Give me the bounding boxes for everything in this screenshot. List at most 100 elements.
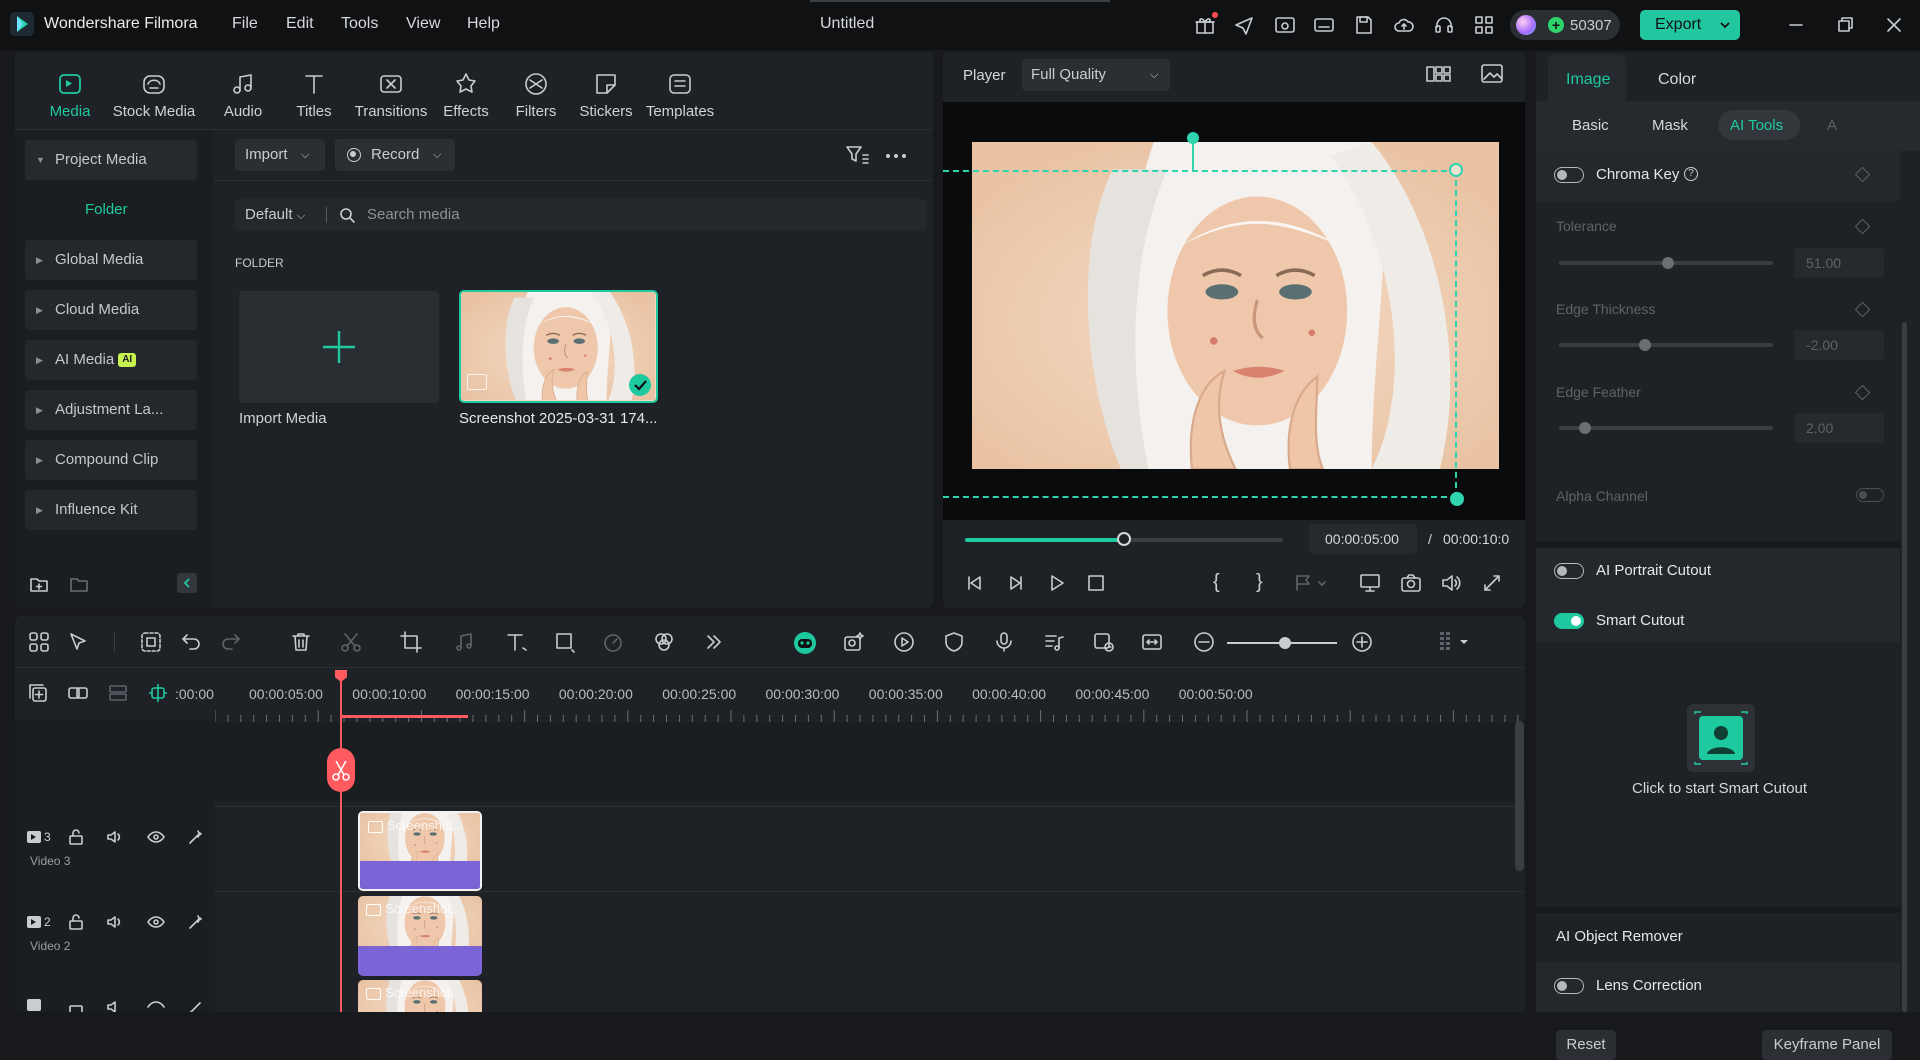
multi-select-icon[interactable] bbox=[27, 630, 51, 654]
link-clips-icon[interactable] bbox=[67, 682, 89, 704]
tolerance-value[interactable]: 51.00 bbox=[1794, 248, 1884, 278]
ai-mate-icon[interactable] bbox=[792, 630, 816, 654]
speed-icon[interactable] bbox=[601, 630, 625, 654]
zoom-out-icon[interactable] bbox=[1192, 630, 1216, 654]
ai-portrait-toggle[interactable] bbox=[1554, 563, 1584, 579]
playback-knob[interactable] bbox=[1117, 532, 1131, 546]
select-tool-icon[interactable] bbox=[67, 630, 91, 654]
sidebar-item-compound-clip[interactable]: ▶ Compound Clip bbox=[25, 440, 197, 480]
help-icon[interactable]: ? bbox=[1684, 167, 1698, 181]
keyframe-diamond-icon[interactable] bbox=[1854, 301, 1871, 318]
tab-media[interactable]: Media bbox=[34, 70, 106, 120]
chroma-key-toggle[interactable] bbox=[1554, 167, 1584, 183]
resize-handle-top-right[interactable] bbox=[1449, 163, 1463, 177]
keyframe-diamond-icon[interactable] bbox=[1854, 384, 1871, 401]
props-scrollbar[interactable] bbox=[1902, 322, 1907, 1012]
track-manager-icon[interactable] bbox=[107, 682, 129, 704]
eye-icon[interactable] bbox=[147, 998, 165, 1012]
tolerance-slider[interactable] bbox=[1559, 257, 1773, 269]
menu-edit[interactable]: Edit bbox=[286, 15, 314, 33]
tab-effects[interactable]: Effects bbox=[430, 70, 502, 120]
record-dropdown[interactable]: Record ⌵ bbox=[335, 139, 455, 171]
subtab-mask[interactable]: Mask bbox=[1652, 117, 1688, 134]
restore-icon[interactable] bbox=[1833, 13, 1857, 37]
sort-dropdown[interactable]: Default ⌵ bbox=[245, 206, 305, 223]
volume-icon[interactable] bbox=[106, 998, 124, 1012]
subtab-ai-tools[interactable]: AI Tools bbox=[1718, 110, 1800, 140]
current-time-box[interactable]: 00:00:05:00 bbox=[1309, 524, 1417, 554]
replace-clip-icon[interactable] bbox=[1092, 630, 1116, 654]
export-button[interactable]: Export bbox=[1640, 10, 1740, 40]
tab-stock-media[interactable]: Stock Media bbox=[109, 70, 199, 120]
save-icon[interactable] bbox=[1352, 13, 1376, 37]
menu-tools[interactable]: Tools bbox=[341, 15, 378, 33]
cloud-upload-icon[interactable] bbox=[1392, 13, 1416, 37]
edge-thickness-slider[interactable] bbox=[1559, 339, 1773, 351]
import-dropdown[interactable]: Import ⌵ bbox=[235, 139, 325, 171]
shield-icon[interactable] bbox=[942, 630, 966, 654]
timeline-clip[interactable]: Screenshot... bbox=[358, 896, 482, 976]
play-icon[interactable] bbox=[1047, 573, 1067, 593]
zoom-in-icon[interactable] bbox=[1350, 630, 1374, 654]
redo-icon[interactable] bbox=[219, 630, 243, 654]
magic-wand-icon[interactable] bbox=[187, 913, 205, 931]
send-icon[interactable] bbox=[1232, 13, 1256, 37]
keyframe-panel-button[interactable]: Keyframe Panel bbox=[1762, 1030, 1892, 1060]
lens-correction-toggle[interactable] bbox=[1554, 978, 1584, 994]
crop-icon[interactable] bbox=[399, 630, 423, 654]
sidebar-item-ai-media[interactable]: ▶ AI Media AI bbox=[25, 340, 197, 380]
timeline-clip[interactable]: Screenshot... bbox=[358, 980, 482, 1012]
auto-select-icon[interactable] bbox=[139, 630, 163, 654]
menu-view[interactable]: View bbox=[406, 15, 440, 33]
credits-pill[interactable]: + 50307 bbox=[1510, 10, 1620, 40]
collapse-sidebar-button[interactable] bbox=[177, 573, 197, 593]
lock-icon[interactable] bbox=[67, 828, 85, 846]
stop-icon[interactable] bbox=[1086, 573, 1106, 593]
lock-icon[interactable] bbox=[67, 998, 85, 1012]
grid-view-icon[interactable] bbox=[1426, 64, 1452, 84]
display-icon[interactable] bbox=[1359, 572, 1381, 594]
mark-out-icon[interactable]: } bbox=[1256, 571, 1263, 594]
timeline-scrollbar[interactable] bbox=[1515, 721, 1524, 871]
tab-titles[interactable]: Titles bbox=[278, 70, 350, 120]
auto-highlight-icon[interactable] bbox=[842, 630, 866, 654]
subtab-basic[interactable]: Basic bbox=[1572, 117, 1609, 134]
import-media-tile[interactable] bbox=[239, 291, 439, 403]
volume-icon[interactable] bbox=[106, 913, 124, 931]
color-match-icon[interactable] bbox=[652, 630, 676, 654]
snapshot-view-icon[interactable] bbox=[1480, 63, 1504, 85]
smart-cutout-start-button[interactable] bbox=[1687, 704, 1755, 772]
shape-tool-icon[interactable] bbox=[553, 630, 577, 654]
zoom-knob[interactable] bbox=[1279, 637, 1291, 649]
alpha-channel-toggle[interactable] bbox=[1856, 488, 1884, 502]
menu-help[interactable]: Help bbox=[467, 15, 500, 33]
split-at-playhead-button[interactable] bbox=[327, 748, 355, 792]
marker-icon[interactable] bbox=[1293, 573, 1333, 593]
split-scissors-icon[interactable] bbox=[339, 630, 363, 654]
keyframe-diamond-icon[interactable] bbox=[1854, 218, 1871, 235]
edge-thickness-value[interactable]: -2.00 bbox=[1794, 330, 1884, 360]
slider-knob[interactable] bbox=[1638, 339, 1651, 351]
eye-icon[interactable] bbox=[147, 828, 165, 846]
prev-frame-icon[interactable] bbox=[965, 573, 985, 593]
volume-icon[interactable] bbox=[1440, 572, 1462, 594]
mark-in-icon[interactable]: { bbox=[1213, 571, 1220, 594]
layout-icon[interactable] bbox=[1312, 13, 1336, 37]
gift-icon[interactable] bbox=[1193, 12, 1218, 37]
apps-grid-icon[interactable] bbox=[1472, 13, 1496, 37]
tab-templates[interactable]: Templates bbox=[638, 70, 722, 120]
playback-slider[interactable] bbox=[965, 532, 1283, 546]
close-icon[interactable] bbox=[1882, 13, 1906, 37]
sidebar-item-global-media[interactable]: ▶ Global Media bbox=[25, 240, 197, 280]
tab-transitions[interactable]: Transitions bbox=[350, 70, 432, 120]
folder-icon[interactable] bbox=[68, 573, 90, 595]
snap-icon[interactable] bbox=[147, 682, 169, 704]
camera-icon[interactable] bbox=[1400, 572, 1422, 594]
tab-stickers[interactable]: Stickers bbox=[570, 70, 642, 120]
audio-mixer-icon[interactable] bbox=[1042, 630, 1066, 654]
slider-knob[interactable] bbox=[1662, 257, 1675, 269]
magic-wand-icon[interactable] bbox=[187, 998, 205, 1012]
render-preview-icon[interactable] bbox=[892, 630, 916, 654]
rotate-handle[interactable] bbox=[1187, 132, 1199, 144]
fullscreen-icon[interactable] bbox=[1481, 572, 1503, 594]
